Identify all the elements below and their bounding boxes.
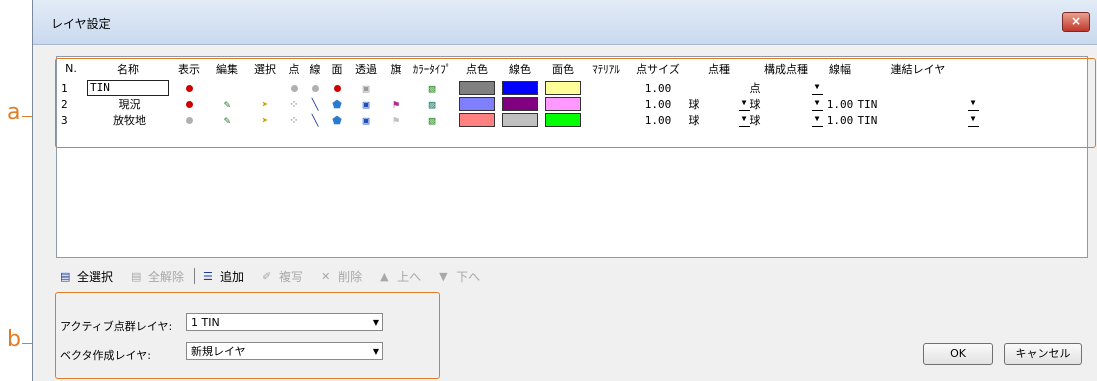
window-title: レイヤ設定 [51,17,111,31]
close-button[interactable]: × [1062,12,1090,32]
add-layer-icon: ☰ [203,269,213,283]
delete-label: 削除 [338,269,363,284]
move-up-label: 上へ [397,269,422,284]
arrow-up-icon: ▲ [380,269,389,283]
annotation-a-box [55,58,1096,148]
layer-toolbar: ▤ 全選択 ▤ 全解除 ☰ 追加 ✐ 複写 ✕ 削除 ▲ 上へ ▼ 下へ [60,266,498,286]
select-all-icon: ▤ [60,269,71,283]
select-all-label: 全選択 [77,269,114,284]
add-label: 追加 [220,269,245,284]
annotation-b-box [55,292,440,379]
delete-button[interactable]: ✕ 削除 [321,268,362,285]
deselect-all-label: 全解除 [148,269,185,284]
toolbar-divider [194,268,196,284]
add-button[interactable]: ☰ 追加 [203,268,244,285]
annotation-a-letter: a [7,100,21,125]
copy-icon: ✐ [262,269,272,283]
select-all-button[interactable]: ▤ 全選択 [60,268,113,285]
annotation-b-letter: b [7,327,21,352]
title-bar: レイヤ設定 × [33,0,1097,45]
copy-label: 複写 [279,269,304,284]
move-down-button[interactable]: ▼ 下へ [439,268,480,285]
arrow-down-icon: ▼ [439,269,448,283]
deselect-all-button[interactable]: ▤ 全解除 [131,268,184,285]
cancel-button[interactable]: キャンセル [1004,343,1082,365]
deselect-all-icon: ▤ [131,269,142,283]
move-up-button[interactable]: ▲ 上へ [380,268,421,285]
move-down-label: 下へ [456,269,481,284]
copy-button[interactable]: ✐ 複写 [262,268,303,285]
ok-button[interactable]: OK [923,343,993,365]
delete-icon: ✕ [321,269,331,283]
